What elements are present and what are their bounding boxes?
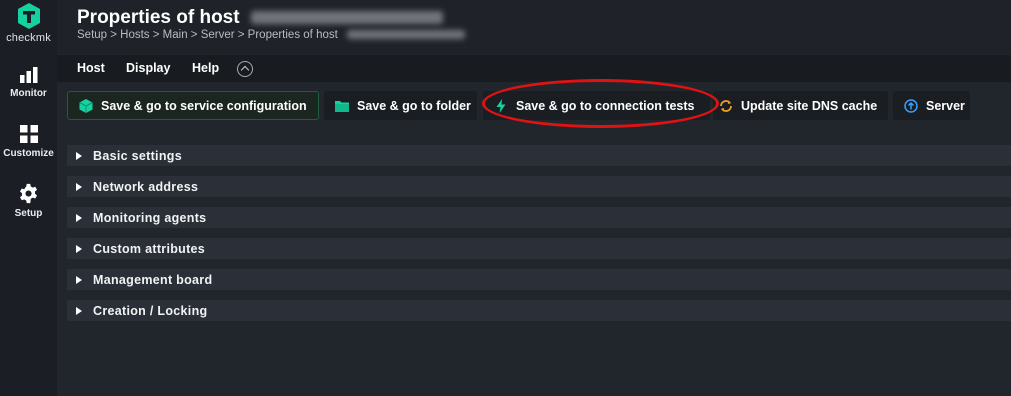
button-label: Save & go to service configuration	[101, 98, 307, 113]
menu-display[interactable]: Display	[126, 61, 170, 75]
redacted-hostname	[347, 30, 466, 40]
section-monitoring-agents[interactable]: Monitoring agents	[67, 207, 1011, 228]
section-custom-attributes[interactable]: Custom attributes	[67, 238, 1011, 259]
section-basic-settings[interactable]: Basic settings	[67, 145, 1011, 166]
folder-icon	[335, 100, 349, 112]
upload-circle-icon	[904, 98, 918, 113]
section-creation-locking[interactable]: Creation / Locking	[67, 300, 1011, 321]
page-title: Properties of host	[77, 7, 443, 29]
checkmk-logo[interactable]: checkmk	[0, 0, 57, 50]
sidebar-item-monitor[interactable]: Monitor	[0, 66, 57, 99]
cube-icon	[79, 98, 93, 113]
expand-triangle-icon	[76, 151, 82, 160]
section-title: Creation / Locking	[93, 303, 208, 318]
expand-triangle-icon	[76, 213, 82, 222]
update-dns-cache-button[interactable]: Update site DNS cache	[713, 91, 888, 120]
page-header: Properties of host Setup > Hosts > Main …	[57, 0, 1011, 54]
save-service-config-button[interactable]: Save & go to service configuration	[67, 91, 319, 120]
sidebar: checkmk Monitor Customize Setup	[0, 0, 57, 396]
button-label: Server	[926, 98, 965, 113]
sidebar-item-label: Customize	[3, 148, 54, 159]
grid-icon	[19, 125, 38, 143]
section-title: Custom attributes	[93, 241, 206, 256]
sidebar-item-customize[interactable]: Customize	[0, 124, 57, 159]
brand-label: checkmk	[6, 32, 51, 44]
expand-triangle-icon	[76, 182, 82, 191]
highlight-annotation	[482, 79, 719, 128]
sidebar-item-label: Monitor	[10, 88, 47, 99]
main-area: Properties of host Setup > Hosts > Main …	[57, 0, 1011, 396]
checkmk-logo-icon	[17, 3, 40, 29]
breadcrumb-text: Setup > Hosts > Main > Server > Properti…	[77, 29, 338, 41]
menu-host[interactable]: Host	[77, 61, 105, 75]
page-title-text: Properties of host	[77, 7, 240, 28]
bar-chart-icon	[19, 67, 37, 83]
section-title: Monitoring agents	[93, 210, 207, 225]
expand-triangle-icon	[76, 306, 82, 315]
chevron-up-icon[interactable]	[237, 61, 253, 77]
expand-triangle-icon	[76, 244, 82, 253]
menu-bar: Host Display Help	[57, 55, 1011, 82]
gear-icon	[20, 183, 37, 204]
redacted-hostname	[250, 11, 443, 25]
section-title: Management board	[93, 272, 213, 287]
button-label: Update site DNS cache	[741, 98, 878, 113]
sidebar-item-label: Setup	[14, 208, 43, 219]
section-network-address[interactable]: Network address	[67, 176, 1011, 197]
save-folder-button[interactable]: Save & go to folder	[324, 91, 477, 120]
sidebar-item-setup[interactable]: Setup	[0, 183, 57, 219]
breadcrumb: Setup > Hosts > Main > Server > Properti…	[77, 29, 466, 41]
section-title: Network address	[93, 179, 199, 194]
refresh-icon	[720, 99, 732, 112]
section-management-board[interactable]: Management board	[67, 269, 1011, 290]
menu-help[interactable]: Help	[192, 61, 219, 75]
server-button[interactable]: Server	[893, 91, 970, 120]
section-title: Basic settings	[93, 148, 182, 163]
expand-triangle-icon	[76, 275, 82, 284]
button-label: Save & go to folder	[357, 98, 471, 113]
